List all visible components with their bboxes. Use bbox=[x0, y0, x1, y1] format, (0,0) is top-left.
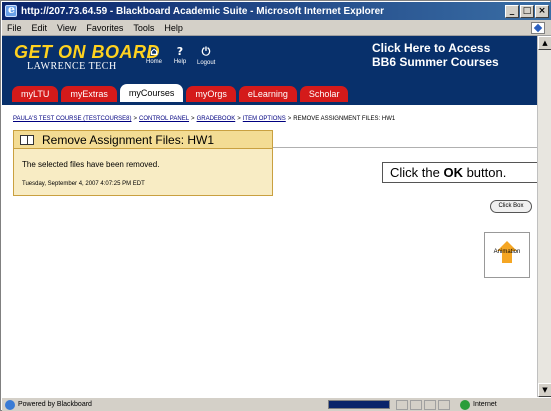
divider bbox=[273, 147, 537, 148]
breadcrumb-gradebook[interactable]: GRADEBOOK bbox=[197, 116, 236, 122]
ok-button[interactable]: Click Box bbox=[490, 200, 532, 213]
logo-title[interactable]: GET ON BOARD bbox=[14, 42, 160, 63]
menu-view[interactable]: View bbox=[52, 23, 81, 33]
book-icon bbox=[20, 134, 34, 145]
promo-line-2: BB6 Summer Courses bbox=[372, 55, 499, 69]
promo-line-1: Click Here to Access bbox=[372, 41, 491, 55]
receipt-box: Remove Assignment Files: HW1 The selecte… bbox=[13, 130, 273, 196]
instruction-callout: Click the OK button. bbox=[382, 162, 539, 183]
menu-favorites[interactable]: Favorites bbox=[81, 23, 128, 33]
receipt-message: The selected files have been removed. bbox=[22, 160, 160, 169]
home-button[interactable]: ⌂ Home bbox=[145, 45, 163, 66]
breadcrumb-control-panel[interactable]: CONTROL PANEL bbox=[139, 116, 189, 122]
logout-button[interactable]: ⏻ Logout bbox=[197, 45, 215, 66]
progress-bar bbox=[328, 400, 390, 409]
page-title: Remove Assignment Files: HW1 bbox=[42, 132, 215, 147]
menu-help[interactable]: Help bbox=[159, 23, 188, 33]
breadcrumb-current: REMOVE ASSIGNMENT FILES: HW1 bbox=[293, 116, 396, 122]
status-cell bbox=[396, 399, 408, 410]
status-cell bbox=[424, 399, 436, 410]
title-bar: http://207.73.64.59 - Blackboard Academi… bbox=[2, 2, 551, 20]
callout-suffix: button. bbox=[462, 165, 507, 180]
logo-subtitle: LAWRENCE TECH bbox=[27, 61, 117, 72]
tab-elearning[interactable]: eLearning bbox=[238, 86, 297, 102]
menu-tools[interactable]: Tools bbox=[128, 23, 159, 33]
internet-explorer-icon bbox=[5, 3, 17, 17]
breadcrumb-item-options[interactable]: ITEM OPTIONS bbox=[243, 116, 286, 122]
security-zone: Internet bbox=[460, 399, 497, 410]
breadcrumb-separator: > bbox=[133, 116, 138, 122]
tab-scholar[interactable]: Scholar bbox=[299, 86, 349, 102]
maximize-button[interactable]: □ bbox=[520, 4, 534, 18]
callout-bold: OK bbox=[443, 165, 463, 180]
internet-zone-icon bbox=[460, 399, 470, 410]
scroll-down-icon[interactable]: ▼ bbox=[538, 383, 551, 397]
menu-bar: File Edit View Favorites Tools Help bbox=[2, 20, 551, 36]
vertical-scrollbar[interactable]: ▲ ▼ bbox=[537, 36, 551, 397]
tab-myltu[interactable]: myLTU bbox=[12, 86, 59, 102]
breadcrumb-course[interactable]: PAULA'S TEST COURSE (TESTCOURSE8) bbox=[13, 116, 132, 122]
status-cell bbox=[438, 399, 450, 410]
summer-courses-link[interactable]: Click Here to Access BB6 Summer Courses bbox=[372, 41, 499, 69]
callout-prefix: Click the bbox=[390, 165, 444, 180]
page-icon bbox=[5, 399, 15, 410]
breadcrumb: PAULA'S TEST COURSE (TESTCOURSE8) > CONTRO… bbox=[13, 116, 395, 122]
logout-icon: ⏻ bbox=[201, 45, 211, 58]
home-icon: ⌂ bbox=[150, 45, 158, 58]
window-title: http://207.73.64.59 - Blackboard Academi… bbox=[21, 5, 385, 17]
tab-mycourses[interactable]: myCourses bbox=[119, 84, 184, 102]
logout-label: Logout bbox=[197, 60, 216, 66]
tab-bar: myLTU myExtras myCourses myOrgs eLearnin… bbox=[2, 83, 537, 102]
help-label: Help bbox=[173, 59, 187, 65]
status-bar: Powered by Blackboard Internet bbox=[2, 397, 551, 411]
animation-widget[interactable]: Animation bbox=[484, 232, 530, 278]
scroll-up-icon[interactable]: ▲ bbox=[538, 36, 551, 50]
animation-label: Animation bbox=[493, 249, 521, 255]
windows-logo-icon bbox=[531, 21, 545, 34]
status-cell bbox=[410, 399, 422, 410]
breadcrumb-separator: > bbox=[237, 116, 241, 122]
tab-myextras[interactable]: myExtras bbox=[61, 86, 117, 102]
browser-window: http://207.73.64.59 - Blackboard Academi… bbox=[0, 0, 551, 411]
help-button[interactable]: ? Help bbox=[171, 45, 189, 66]
tab-underline bbox=[2, 102, 537, 105]
receipt-header: Remove Assignment Files: HW1 bbox=[14, 131, 272, 149]
minimize-button[interactable]: _ bbox=[505, 4, 519, 18]
help-icon: ? bbox=[176, 45, 184, 58]
breadcrumb-separator: > bbox=[287, 116, 292, 122]
receipt-timestamp: Tuesday, September 4, 2007 4:07:25 PM ED… bbox=[22, 181, 145, 187]
menu-edit[interactable]: Edit bbox=[27, 23, 53, 33]
tab-myorgs[interactable]: myOrgs bbox=[186, 86, 236, 102]
home-label: Home bbox=[145, 59, 162, 65]
close-button[interactable]: × bbox=[535, 4, 549, 18]
status-text: Powered by Blackboard bbox=[18, 401, 92, 408]
breadcrumb-separator: > bbox=[191, 116, 195, 122]
menu-file[interactable]: File bbox=[2, 23, 27, 33]
zone-label: Internet bbox=[473, 401, 497, 408]
